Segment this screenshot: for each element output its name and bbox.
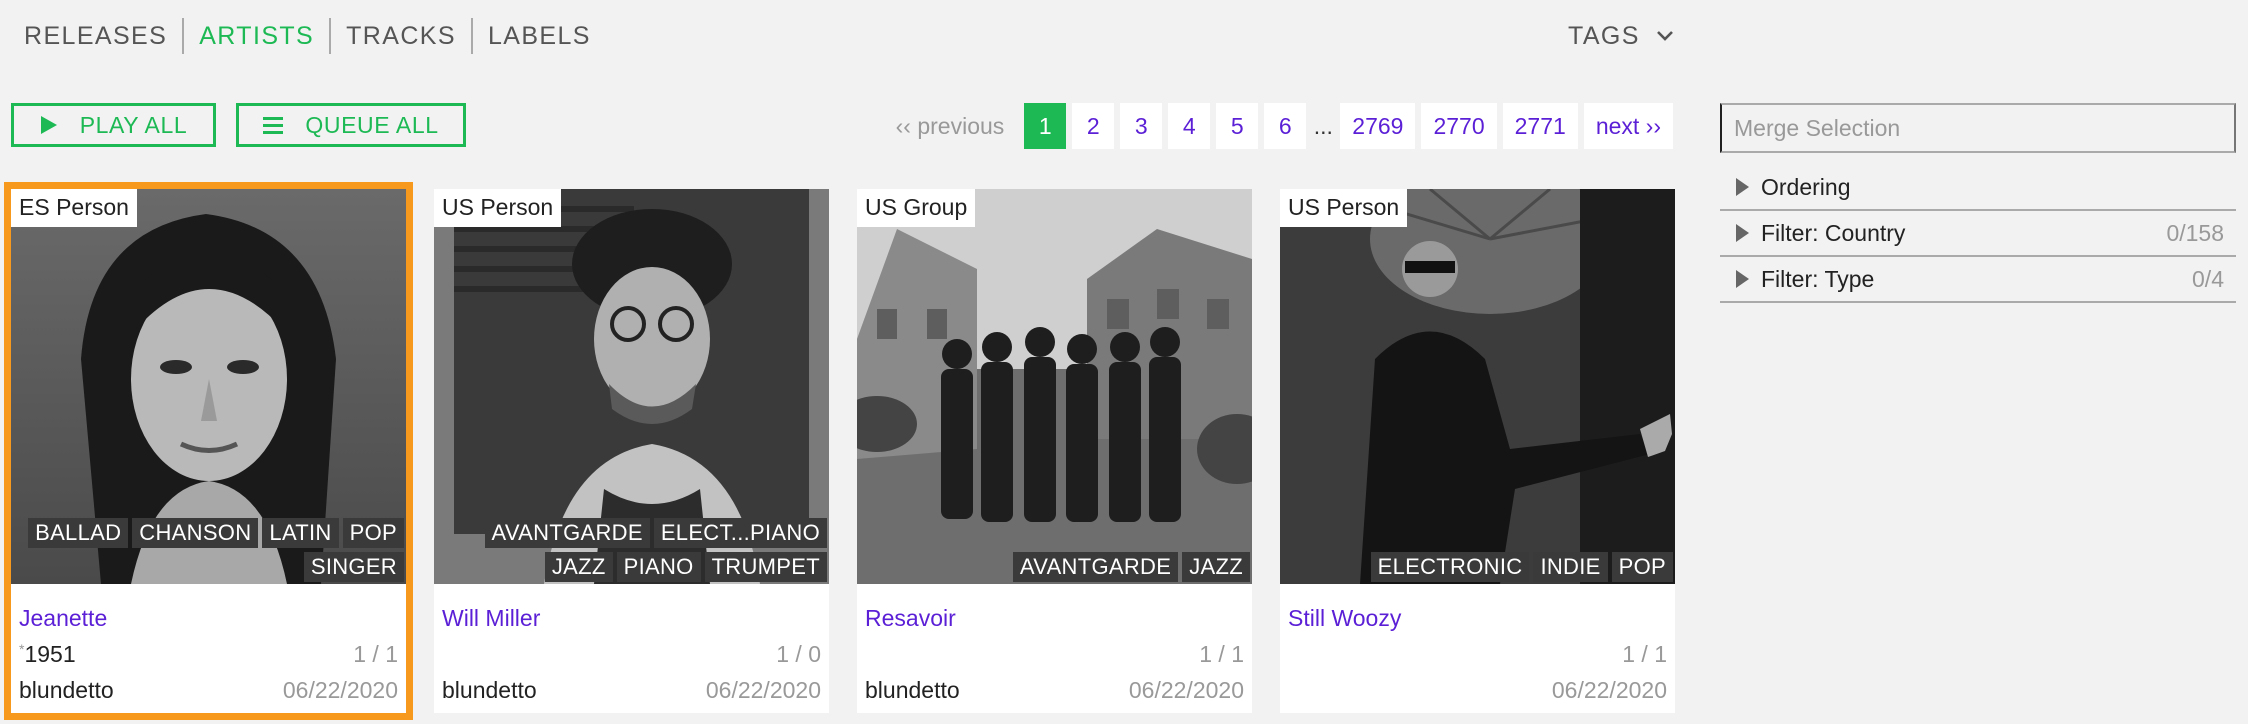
previous-page-link: ‹‹ previous (895, 112, 1005, 139)
tag-chip[interactable]: POP (342, 517, 404, 548)
page-5-button[interactable]: 5 (1216, 103, 1259, 149)
release-track-counts: 1 / 1 (1199, 641, 1244, 667)
tag-chip[interactable]: SINGER (303, 551, 404, 582)
main-nav: RELEASES ARTISTS TRACKS LABELS (24, 18, 606, 54)
artist-photo[interactable]: US Person ELECTRONIC INDIE POP (1280, 189, 1675, 584)
tag-chip[interactable]: JAZZ (1182, 551, 1250, 582)
artist-type-badge: US Group (857, 189, 976, 228)
filter-type-toggle[interactable]: Filter: Type 0/4 (1720, 257, 2236, 303)
page-2770-button[interactable]: 2770 (1421, 103, 1497, 149)
artist-card-still-woozy[interactable]: US Person ELECTRONIC INDIE POP Still Woo… (1280, 189, 1675, 713)
panel-row-count: 0/4 (2192, 265, 2224, 292)
tag-chip[interactable]: POP (1611, 551, 1673, 582)
ordering-toggle[interactable]: Ordering (1720, 165, 2236, 211)
page-3-button[interactable]: 3 (1120, 103, 1163, 149)
tag-chip[interactable]: BALLAD (28, 517, 129, 548)
artist-birth-year: *1951 (19, 641, 76, 668)
added-by-user: blundetto (865, 677, 960, 703)
artist-name-link[interactable]: Still Woozy (1288, 605, 1401, 632)
artist-photo-image (857, 189, 1252, 584)
filter-country-toggle[interactable]: Filter: Country 0/158 (1720, 211, 2236, 257)
tag-list: AVANTGARDE JAZZ (1012, 551, 1250, 582)
artist-card-will-miller[interactable]: US Person AVANTGARDE ELECT...PIANO JAZZ … (434, 189, 829, 713)
release-track-counts: 1 / 1 (353, 641, 398, 667)
added-by-user: blundetto (442, 677, 537, 703)
nav-labels[interactable]: LABELS (473, 18, 606, 54)
tag-chip[interactable]: ELECTRONIC (1370, 551, 1530, 582)
tag-chip[interactable]: AVANTGARDE (484, 517, 650, 548)
added-date: 06/22/2020 (1128, 677, 1244, 703)
tag-list: AVANTGARDE ELECT...PIANO JAZZ PIANO TRUM… (484, 517, 827, 582)
play-all-label: PLAY ALL (79, 111, 188, 138)
tag-list: ELECTRONIC INDIE POP (1370, 551, 1673, 582)
merge-selection-input[interactable] (1720, 103, 2236, 153)
artist-photo[interactable]: US Group AVANTGARDE JAZZ (857, 189, 1252, 584)
tag-chip[interactable]: INDIE (1533, 551, 1608, 582)
artist-type-badge: US Person (1280, 189, 1408, 228)
tag-chip[interactable]: PIANO (616, 551, 701, 582)
page-1-button[interactable]: 1 (1024, 103, 1067, 149)
play-all-button[interactable]: PLAY ALL (11, 103, 216, 147)
added-date: 06/22/2020 (705, 677, 821, 703)
chevron-down-icon (1656, 31, 1673, 41)
triangle-right-icon (1736, 270, 1749, 288)
tag-chip[interactable]: TRUMPET (704, 551, 827, 582)
page-6-button[interactable]: 6 (1264, 103, 1307, 149)
artist-card-resavoir[interactable]: US Group AVANTGARDE JAZZ Resavoir 1 / 1 … (857, 189, 1252, 713)
panel-row-label: Filter: Country (1761, 219, 1906, 246)
artist-card-jeanette[interactable]: ES Person BALLAD CHANSON LATIN POP SINGE… (4, 182, 413, 720)
next-page-button[interactable]: next ›› (1583, 103, 1673, 149)
side-panel: Ordering Filter: Country 0/158 Filter: T… (1720, 103, 2236, 303)
artist-photo[interactable]: US Person AVANTGARDE ELECT...PIANO JAZZ … (434, 189, 829, 584)
queue-all-label: QUEUE ALL (305, 111, 439, 138)
nav-releases[interactable]: RELEASES (24, 18, 182, 54)
triangle-right-icon (1736, 224, 1749, 242)
tag-chip[interactable]: JAZZ (544, 551, 613, 582)
page-2771-button[interactable]: 2771 (1502, 103, 1578, 149)
tag-chip[interactable]: LATIN (262, 517, 339, 548)
added-by-user: blundetto (19, 677, 114, 703)
panel-row-label: Ordering (1761, 173, 1851, 200)
tag-chip[interactable]: ELECT...PIANO (653, 517, 827, 548)
tag-list: BALLAD CHANSON LATIN POP SINGER (28, 517, 404, 582)
birth-year-value: 1951 (24, 641, 76, 667)
artist-name-link[interactable]: Resavoir (865, 605, 956, 632)
list-icon (263, 116, 284, 134)
artist-type-badge: ES Person (11, 189, 137, 228)
artist-photo[interactable]: ES Person BALLAD CHANSON LATIN POP SINGE… (11, 189, 406, 584)
page-4-button[interactable]: 4 (1168, 103, 1211, 149)
queue-all-button[interactable]: QUEUE ALL (236, 103, 466, 147)
artist-name-link[interactable]: Will Miller (442, 605, 540, 632)
tag-chip[interactable]: CHANSON (132, 517, 259, 548)
page-2-button[interactable]: 2 (1072, 103, 1115, 149)
release-track-counts: 1 / 1 (1622, 641, 1667, 667)
artist-photo-image (1280, 189, 1675, 584)
added-date: 06/22/2020 (282, 677, 398, 703)
panel-row-count: 0/158 (2166, 219, 2224, 246)
page-2769-button[interactable]: 2769 (1340, 103, 1416, 149)
artist-name-link[interactable]: Jeanette (19, 605, 107, 632)
pagination: ‹‹ previous 1 2 3 4 5 6 ... 2769 2770 27… (896, 103, 1673, 149)
play-icon (40, 116, 57, 134)
tags-dropdown[interactable]: TAGS (1568, 18, 1674, 54)
nav-tracks[interactable]: TRACKS (331, 18, 471, 54)
tag-chip[interactable]: AVANTGARDE (1012, 551, 1179, 582)
panel-row-label: Filter: Type (1761, 265, 1875, 292)
page-ellipsis: ... (1313, 112, 1333, 139)
added-date: 06/22/2020 (1551, 677, 1667, 703)
artist-type-badge: US Person (434, 189, 562, 228)
nav-artists[interactable]: ARTISTS (184, 18, 329, 54)
triangle-right-icon (1736, 178, 1749, 196)
release-track-counts: 1 / 0 (776, 641, 821, 667)
tags-label: TAGS (1568, 21, 1640, 50)
